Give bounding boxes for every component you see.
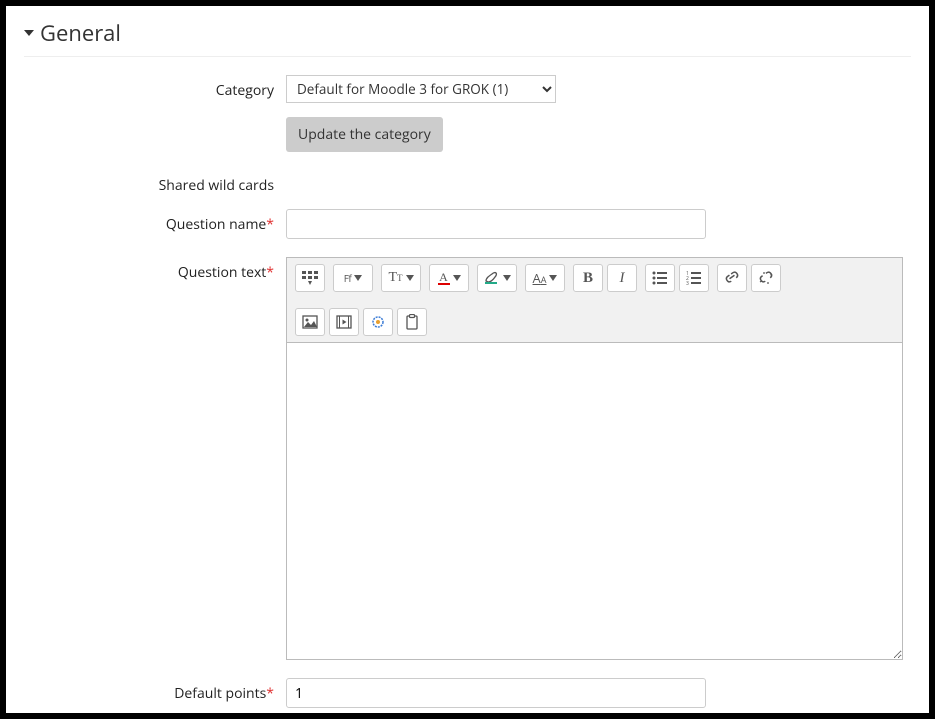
required-indicator: * [266, 263, 274, 282]
svg-text:3: 3 [686, 281, 689, 285]
unlink-icon [758, 271, 774, 285]
update-category-button[interactable]: Update the category [286, 117, 443, 152]
font-family-icon: Ff [344, 271, 352, 285]
clear-formatting-button[interactable]: AA [525, 264, 565, 292]
font-size-button[interactable]: TT [381, 264, 421, 292]
label-question-name: Question name [166, 215, 266, 234]
gear-color-icon [370, 314, 386, 330]
label-shared-wild-cards: Shared wild cards [24, 170, 286, 195]
label-default-points: Default points [174, 684, 266, 703]
link-icon [724, 271, 740, 285]
default-points-input[interactable] [286, 678, 706, 708]
link-button[interactable] [717, 264, 747, 292]
required-indicator: * [266, 684, 274, 703]
editor-toolbar: Ff TT A [286, 257, 903, 342]
rich-text-editor: Ff TT A [286, 257, 903, 660]
question-name-input[interactable] [286, 209, 706, 239]
paste-button[interactable] [397, 308, 427, 336]
category-select[interactable]: Default for Moodle 3 for GROK (1) [286, 75, 556, 103]
chevron-down-icon [406, 275, 414, 281]
bullet-list-icon [652, 271, 668, 285]
media-button[interactable] [329, 308, 359, 336]
toolbar-toggle-icon [302, 271, 318, 285]
chevron-down-icon [503, 275, 511, 281]
label-category: Category [24, 75, 286, 100]
font-family-button[interactable]: Ff [333, 264, 373, 292]
number-list-button[interactable]: 123 [679, 264, 709, 292]
image-button[interactable] [295, 308, 325, 336]
caret-down-icon [24, 28, 34, 38]
font-color-button[interactable]: A [429, 264, 469, 292]
general-section-panel: General Category Default for Moodle 3 fo… [6, 6, 929, 713]
media-icon [336, 315, 352, 329]
brush-icon [484, 271, 500, 285]
clipboard-icon [405, 314, 419, 330]
bullet-list-button[interactable] [645, 264, 675, 292]
chevron-down-icon [549, 275, 557, 281]
toolbar-toggle-button[interactable] [295, 264, 325, 292]
font-size-icon: TT [388, 270, 402, 286]
section-title: General [40, 18, 121, 48]
number-list-icon: 123 [686, 271, 702, 285]
italic-icon: I [620, 270, 625, 287]
question-text-editor[interactable] [286, 342, 903, 660]
image-icon [302, 315, 318, 329]
clear-format-icon: AA [533, 269, 547, 287]
font-color-icon: A [438, 271, 450, 285]
italic-button[interactable]: I [607, 264, 637, 292]
chevron-down-icon [354, 275, 362, 281]
required-indicator: * [266, 215, 274, 234]
label-question-text: Question text [178, 263, 266, 282]
bg-color-button[interactable] [477, 264, 517, 292]
bold-icon: B [583, 270, 593, 287]
section-toggle-general[interactable]: General [24, 14, 911, 57]
bold-button[interactable]: B [573, 264, 603, 292]
chevron-down-icon [453, 275, 461, 281]
manage-files-button[interactable] [363, 308, 393, 336]
unlink-button[interactable] [751, 264, 781, 292]
